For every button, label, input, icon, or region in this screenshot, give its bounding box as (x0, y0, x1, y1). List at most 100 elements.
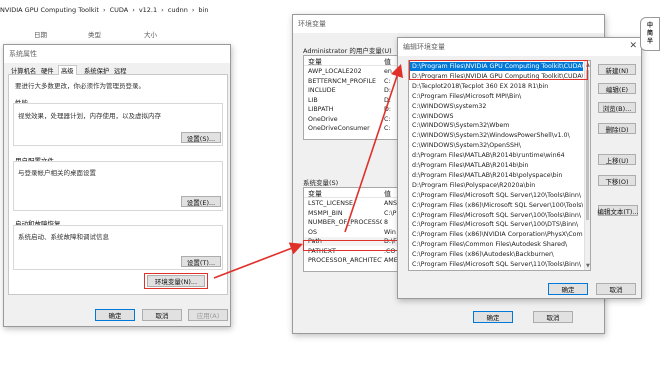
table-row[interactable]: LIBPATH D: (304, 105, 402, 114)
table-row[interactable]: OS Win (304, 228, 402, 237)
list-item[interactable]: d:\Program Files\MATLAB\R2014b\polyspace… (409, 171, 583, 180)
chevron-right-icon: › (132, 6, 135, 14)
cancel-button[interactable]: 取消 (142, 309, 182, 321)
table-row[interactable]: NUMBER_OF_PROCESSORS8 (304, 218, 402, 227)
variable-name: INCLUDE (308, 87, 336, 94)
list-item[interactable]: C:\WINDOWS\System32\OpenSSH\ (409, 141, 583, 150)
list-item[interactable]: C:\Program Files\Microsoft SQL Server\10… (409, 220, 583, 229)
edit-environment-variable-dialog: 编辑环境变量 ✕ D:\Program Files\NVIDIA GPU Com… (397, 37, 642, 299)
breadcrumb: NVIDIA GPU Computing Toolkit › CUDA › v12.… (0, 6, 208, 16)
list-item[interactable]: C:\WINDOWS\System32\Wbem (409, 121, 583, 130)
move-down-button[interactable]: 下移(O) (598, 175, 636, 186)
column-header-variable[interactable]: 变量 值 (304, 56, 402, 66)
list-item[interactable]: C:\WINDOWS\system32 (409, 102, 583, 111)
list-item[interactable]: C:\Program Files (x86)\NVIDIA Corporatio… (409, 230, 583, 239)
edit-text-button[interactable]: 编辑文本(T)... (597, 205, 639, 216)
list-item[interactable]: C:\Program Files\Microsoft SQL Server\11… (409, 260, 583, 269)
system-vars-label: 系统变量(S) (303, 179, 339, 187)
cancel-button[interactable]: 取消 (596, 283, 636, 295)
path-text: C:\WINDOWS\System32\WindowsPowerShell\v1… (412, 132, 570, 140)
list-item[interactable]: C:\Program Files\Common Files\Autodesk S… (409, 240, 583, 249)
scrollbar[interactable]: ▲ ▼ (584, 61, 590, 270)
variable-name: PROCESSOR_ARCHITECT... (308, 257, 382, 264)
path-text: C:\WINDOWS\System32\OpenSSH\ (412, 142, 521, 150)
move-up-button[interactable]: 上移(U) (598, 154, 636, 165)
browse-button[interactable]: 浏览(B)... (598, 102, 636, 113)
user-vars-label: Administrator 的用户变量(U) (303, 47, 392, 55)
list-item[interactable]: D:\Tecplot2018\Tecplot 360 EX 2018 R1\bi… (409, 82, 583, 91)
ok-button[interactable]: 确定 (548, 283, 588, 295)
list-item[interactable]: C:\Program Files\Microsoft SQL Server\12… (409, 191, 583, 200)
variable-name: BETTERNCM_PROFILE (308, 77, 377, 85)
apply-button[interactable]: 应用(A) (188, 309, 228, 321)
list-item[interactable]: C:\Program Files (x86)\Autodesk\Backburn… (409, 250, 583, 259)
path-list[interactable]: D:\Program Files\NVIDIA GPU Computing To… (408, 60, 591, 271)
column-header-type[interactable]: 类型 (88, 29, 101, 39)
table-row[interactable]: LSTC_LICENSE ANS (304, 199, 402, 208)
breadcrumb-item[interactable]: v12.1 (139, 6, 157, 16)
table-row[interactable]: OneDriveConsumer C: (304, 124, 402, 133)
scroll-down-icon[interactable]: ▼ (586, 263, 590, 269)
user-vars-list: 变量 值 AWP_LOCALE202 en BETTERNCM_PROFILE C: I… (303, 55, 403, 140)
list-item[interactable]: C:\Program Files\Microsoft MPI\Bin\ (409, 92, 583, 101)
tab-advanced[interactable]: 高级 (58, 65, 77, 75)
tab-hardware[interactable]: 硬件 (39, 65, 56, 75)
list-item[interactable]: C:\Program Files (x86)\Microsoft SQL Ser… (409, 201, 583, 210)
path-row-highlight (303, 240, 408, 251)
list-item[interactable]: C:\WINDOWS (409, 112, 583, 121)
breadcrumb-item[interactable]: CUDA (110, 6, 129, 16)
path-text: D:\Program Files\Polyspace\R2020a\bin (412, 181, 536, 189)
cancel-button[interactable]: 取消 (533, 311, 573, 323)
window-title: 系统属性 (9, 50, 37, 58)
column-header-variable[interactable]: 变量 值 (304, 188, 402, 198)
close-icon[interactable]: ✕ (629, 41, 637, 51)
variable-name: OneDriveConsumer (308, 125, 370, 132)
table-row[interactable]: OneDrive C: (304, 115, 402, 124)
path-text: d:\Program Files\MATLAB\R2014b\polyspace… (412, 171, 563, 179)
edit-button[interactable]: 编辑(E) (598, 83, 636, 94)
list-item[interactable]: d:\Program Files\MATLAB\R2014b\runtime\w… (409, 151, 583, 160)
startup-desc: 系统启动、系统故障和调试信息 (18, 233, 109, 241)
startup-group: 系统启动、系统故障和调试信息 设置(T)... (13, 225, 223, 270)
performance-settings-button[interactable]: 设置(S)... (181, 132, 221, 143)
list-item[interactable]: C:\Program Files\Microsoft SQL Server\10… (409, 211, 583, 220)
table-row[interactable]: MSMPI_BIN C:\P (304, 209, 402, 218)
variable-name: LIBPATH (308, 106, 334, 113)
table-row[interactable]: LIB D: (304, 96, 402, 105)
list-item[interactable]: D:\Program Files\Polyspace\R2020a\bin (409, 181, 583, 190)
column-header-date[interactable]: 日期 (34, 29, 47, 39)
table-row[interactable]: PROCESSOR_ARCHITECT...AME (304, 256, 402, 265)
ok-button[interactable]: 确定 (95, 309, 135, 321)
tab-remote[interactable]: 远程 (112, 65, 129, 75)
explorer-window: NVIDIA GPU Computing Toolkit › CUDA › v12.… (0, 0, 290, 50)
sysprops-titlebar: 系统属性 (4, 45, 230, 63)
table-row[interactable]: INCLUDE D: (304, 86, 402, 95)
path-text: C:\WINDOWS\system32 (412, 102, 487, 110)
chevron-right-icon: › (161, 6, 164, 14)
column-header-size[interactable]: 大小 (144, 29, 157, 39)
variable-name: OS (308, 228, 317, 236)
ok-button[interactable]: 确定 (473, 311, 513, 323)
table-row[interactable]: AWP_LOCALE202 en (304, 67, 402, 76)
new-button[interactable]: 新建(N) (598, 64, 636, 75)
breadcrumb-item[interactable]: NVIDIA GPU Computing Toolkit (0, 6, 99, 16)
tab-computer-name[interactable]: 计算机名 (9, 65, 38, 75)
profile-settings-button[interactable]: 设置(E)... (181, 196, 221, 207)
list-item[interactable]: C:\WINDOWS\System32\WindowsPowerShell\v1… (409, 131, 583, 140)
list-item[interactable]: d:\Program Files\MATLAB\R2014b\bin (409, 161, 583, 170)
breadcrumb-item[interactable]: bin (198, 6, 208, 16)
path-text: C:\Program Files (x86)\NVIDIA Corporatio… (412, 231, 583, 239)
path-text: C:\WINDOWS (412, 112, 454, 120)
profile-desc: 与登录帐户相关的桌面设置 (18, 169, 96, 177)
delete-button[interactable]: 删除(D) (598, 123, 636, 134)
ime-badge: 中 简 半 (640, 17, 660, 51)
system-properties-dialog: 系统属性 计算机名 硬件 高级 系统保护 远程 要进行大多数更改，你必须作为管理… (3, 44, 231, 327)
scroll-thumb[interactable] (586, 70, 589, 220)
path-text: C:\Program Files\Microsoft SQL Server\12… (412, 191, 581, 199)
startup-settings-button[interactable]: 设置(T)... (181, 256, 221, 267)
breadcrumb-item[interactable]: cudnn (168, 6, 188, 16)
table-row[interactable]: BETTERNCM_PROFILE C: (304, 77, 402, 86)
path-text: C:\Program Files\Common Files\Autodesk S… (412, 241, 568, 249)
system-vars-list: 变量 值 LSTC_LICENSE ANS MSMPI_BIN C:\P NUMBER_… (303, 187, 403, 272)
tab-system-protection[interactable]: 系统保护 (82, 65, 111, 75)
